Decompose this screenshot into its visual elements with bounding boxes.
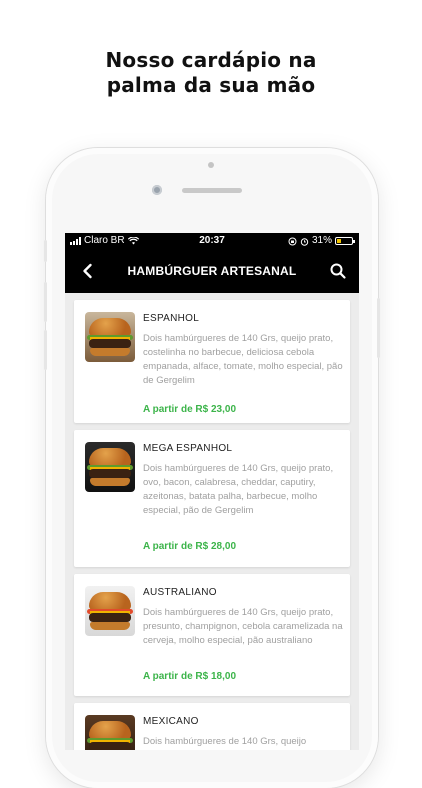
menu-item-card[interactable]: MEGA ESPANHOL Dois hambúrgueres de 140 G… <box>74 430 350 567</box>
item-description: Dois hambúrgueres de 140 Grs, queijo pra… <box>143 607 343 646</box>
item-name: ESPANHOL <box>143 313 200 324</box>
item-name: MEGA ESPANHOL <box>143 443 233 454</box>
item-name: AUSTRALIANO <box>143 587 217 598</box>
lock-rotation-icon <box>288 237 297 245</box>
item-description: Dois hambúrgueres de 140 Grs, queijo <box>143 736 307 747</box>
item-price: A partir de R$ 18,00 <box>143 671 237 682</box>
power-button <box>377 298 380 358</box>
proximity-sensor <box>208 162 214 168</box>
burger-photo <box>85 586 135 636</box>
item-name: MEXICANO <box>143 716 199 727</box>
item-description: Dois hambúrgueres de 140 Grs, queijo pra… <box>143 463 334 516</box>
mute-switch <box>44 240 47 262</box>
nav-bar: HAMBÚRGUER ARTESANAL <box>65 249 359 293</box>
item-price: A partir de R$ 28,00 <box>143 541 237 552</box>
menu-item-card[interactable]: MEXICANO Dois hambúrgueres de 140 Grs, q… <box>74 703 350 750</box>
battery-icon <box>335 237 355 245</box>
headline-line-1: Nosso cardápio na <box>105 48 317 72</box>
front-camera-icon <box>152 185 162 195</box>
volume-up-button <box>44 282 47 322</box>
menu-item-card[interactable]: AUSTRALIANO Dois hambúrgueres de 140 Grs… <box>74 574 350 696</box>
battery-percent: 31% <box>311 235 332 246</box>
headline: Nosso cardápio na palma da sua mão <box>0 48 422 98</box>
status-right: 31% <box>288 233 355 249</box>
status-bar: Claro BR 20:37 31% <box>65 233 359 249</box>
app-screen: Claro BR 20:37 31% HAMBÚRGUER ARTESANAL … <box>65 233 359 750</box>
burger-photo <box>85 715 135 750</box>
earpiece-speaker <box>182 188 242 193</box>
burger-photo <box>85 442 135 492</box>
menu-item-card[interactable]: ESPANHOL Dois hambúrgueres de 140 Grs, q… <box>74 300 350 423</box>
page-title: HAMBÚRGUER ARTESANAL <box>127 264 297 278</box>
burger-photo <box>85 312 135 362</box>
item-price: A partir de R$ 23,00 <box>143 404 237 415</box>
item-description: Dois hambúrgueres de 140 Grs, queijo pra… <box>143 333 343 386</box>
alarm-icon <box>300 237 309 246</box>
headline-line-2: palma da sua mão <box>106 73 316 97</box>
search-icon[interactable] <box>329 262 347 280</box>
volume-down-button <box>44 330 47 370</box>
battery-fill <box>337 239 341 243</box>
